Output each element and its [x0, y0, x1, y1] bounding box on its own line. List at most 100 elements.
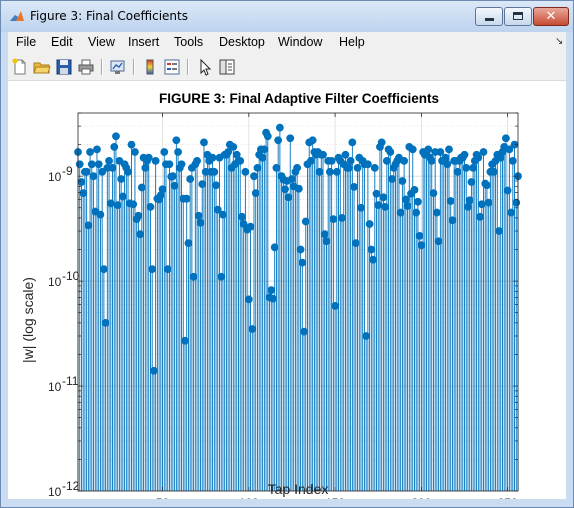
stem-marker: [217, 272, 226, 281]
y-tick-label: 10: [48, 485, 62, 499]
stem-marker: [110, 143, 119, 151]
stem-marker: [117, 175, 126, 183]
stem-marker: [281, 185, 289, 194]
stem-marker: [453, 167, 462, 176]
stem-marker: [151, 156, 160, 165]
insert-colorbar-icon[interactable]: [141, 58, 159, 76]
stem-marker: [403, 202, 412, 210]
stem-marker: [174, 148, 182, 156]
stem-marker: [253, 163, 262, 172]
stem-marker: [512, 198, 521, 207]
stem-marker: [267, 286, 276, 295]
stem-marker: [144, 153, 153, 162]
save-icon[interactable]: [55, 58, 73, 76]
stem-marker: [445, 145, 453, 154]
stem-marker: [101, 318, 110, 327]
stem-marker: [219, 210, 227, 219]
stem-marker: [272, 163, 281, 172]
link-plot-icon[interactable]: [109, 58, 127, 76]
menu-tools[interactable]: Tools: [174, 35, 203, 49]
stem-marker: [362, 332, 371, 340]
stem-marker: [369, 255, 377, 264]
stem-marker: [284, 193, 293, 202]
stem-marker: [124, 167, 132, 176]
stem-marker: [182, 194, 191, 203]
stem-marker: [169, 172, 177, 181]
menu-help[interactable]: Help: [339, 35, 365, 49]
stem-marker: [129, 200, 138, 209]
stem-marker: [298, 258, 307, 267]
stem-marker: [374, 201, 383, 210]
toolbar-separator: [133, 59, 135, 75]
stem-marker: [212, 181, 220, 190]
stem-marker: [483, 181, 491, 190]
stem-marker: [346, 156, 355, 165]
menu-edit[interactable]: Edit: [51, 35, 73, 49]
stem-marker: [345, 163, 353, 172]
insert-legend-icon[interactable]: [163, 58, 181, 76]
stem-marker: [308, 136, 317, 145]
stem-marker: [248, 325, 257, 333]
stem-marker: [112, 132, 120, 141]
open-file-icon[interactable]: [33, 58, 51, 76]
toolbar-separator: [187, 59, 189, 75]
stem-marker: [320, 230, 329, 239]
stem-marker: [474, 153, 483, 162]
stem-marker: [263, 132, 272, 141]
dock-figure-icon[interactable]: ↘: [555, 36, 563, 47]
stem-marker: [353, 163, 362, 172]
stem-marker: [507, 208, 515, 217]
stem-marker: [260, 145, 269, 154]
stem-marker: [293, 163, 302, 172]
stem-marker: [148, 265, 157, 274]
property-inspector-icon[interactable]: [218, 58, 236, 76]
stem-marker: [476, 212, 484, 221]
stem-marker: [250, 172, 258, 181]
minimize-icon: [485, 18, 494, 21]
stem-marker: [99, 265, 108, 274]
menu-window[interactable]: Window: [278, 35, 322, 49]
stem-marker: [108, 163, 117, 172]
stem-marker: [177, 160, 186, 169]
menu-file[interactable]: File: [16, 35, 36, 49]
x-axis-label: Tap Index: [267, 481, 329, 497]
stem-marker: [503, 186, 512, 195]
edit-plot-icon[interactable]: [196, 58, 214, 76]
stem-marker: [489, 167, 498, 176]
stem-marker: [307, 156, 315, 165]
menu-desktop[interactable]: Desktop: [219, 35, 265, 49]
stem-marker: [479, 148, 488, 156]
stem-marker: [158, 185, 167, 194]
maximize-icon: [513, 12, 523, 20]
minimize-button[interactable]: [475, 7, 503, 26]
stem-marker: [400, 156, 409, 165]
stem-marker: [436, 148, 445, 156]
stem-marker: [462, 163, 471, 172]
stem-marker: [467, 178, 476, 186]
stem-marker: [386, 148, 395, 156]
stem-marker: [246, 222, 255, 231]
menu-insert[interactable]: Insert: [128, 35, 159, 49]
stem-marker: [75, 160, 84, 169]
matlab-icon: [10, 11, 24, 21]
stem-marker: [87, 160, 96, 169]
stem-marker: [379, 193, 388, 202]
title-bar[interactable]: Figure 3: Final Coefficients ✕: [1, 1, 573, 32]
menu-view[interactable]: View: [88, 35, 115, 49]
new-figure-icon[interactable]: [11, 58, 29, 76]
stem-marker: [401, 195, 410, 204]
maximize-button[interactable]: [504, 7, 532, 26]
stem-chart[interactable]: 5010015020025010-1210-1110-1010-9: [8, 81, 566, 499]
window-title: Figure 3: Final Coefficients: [30, 9, 188, 23]
stem-marker: [244, 295, 253, 304]
stem-marker: [105, 156, 113, 165]
stem-marker: [86, 148, 94, 156]
stem-marker: [469, 163, 478, 172]
close-button[interactable]: ✕: [533, 7, 569, 26]
y-tick-label: 10: [48, 275, 62, 289]
print-icon[interactable]: [77, 58, 95, 76]
stem-marker: [427, 156, 436, 165]
stem-marker: [146, 202, 155, 211]
stem-marker: [465, 196, 474, 205]
stem-marker: [300, 327, 308, 336]
